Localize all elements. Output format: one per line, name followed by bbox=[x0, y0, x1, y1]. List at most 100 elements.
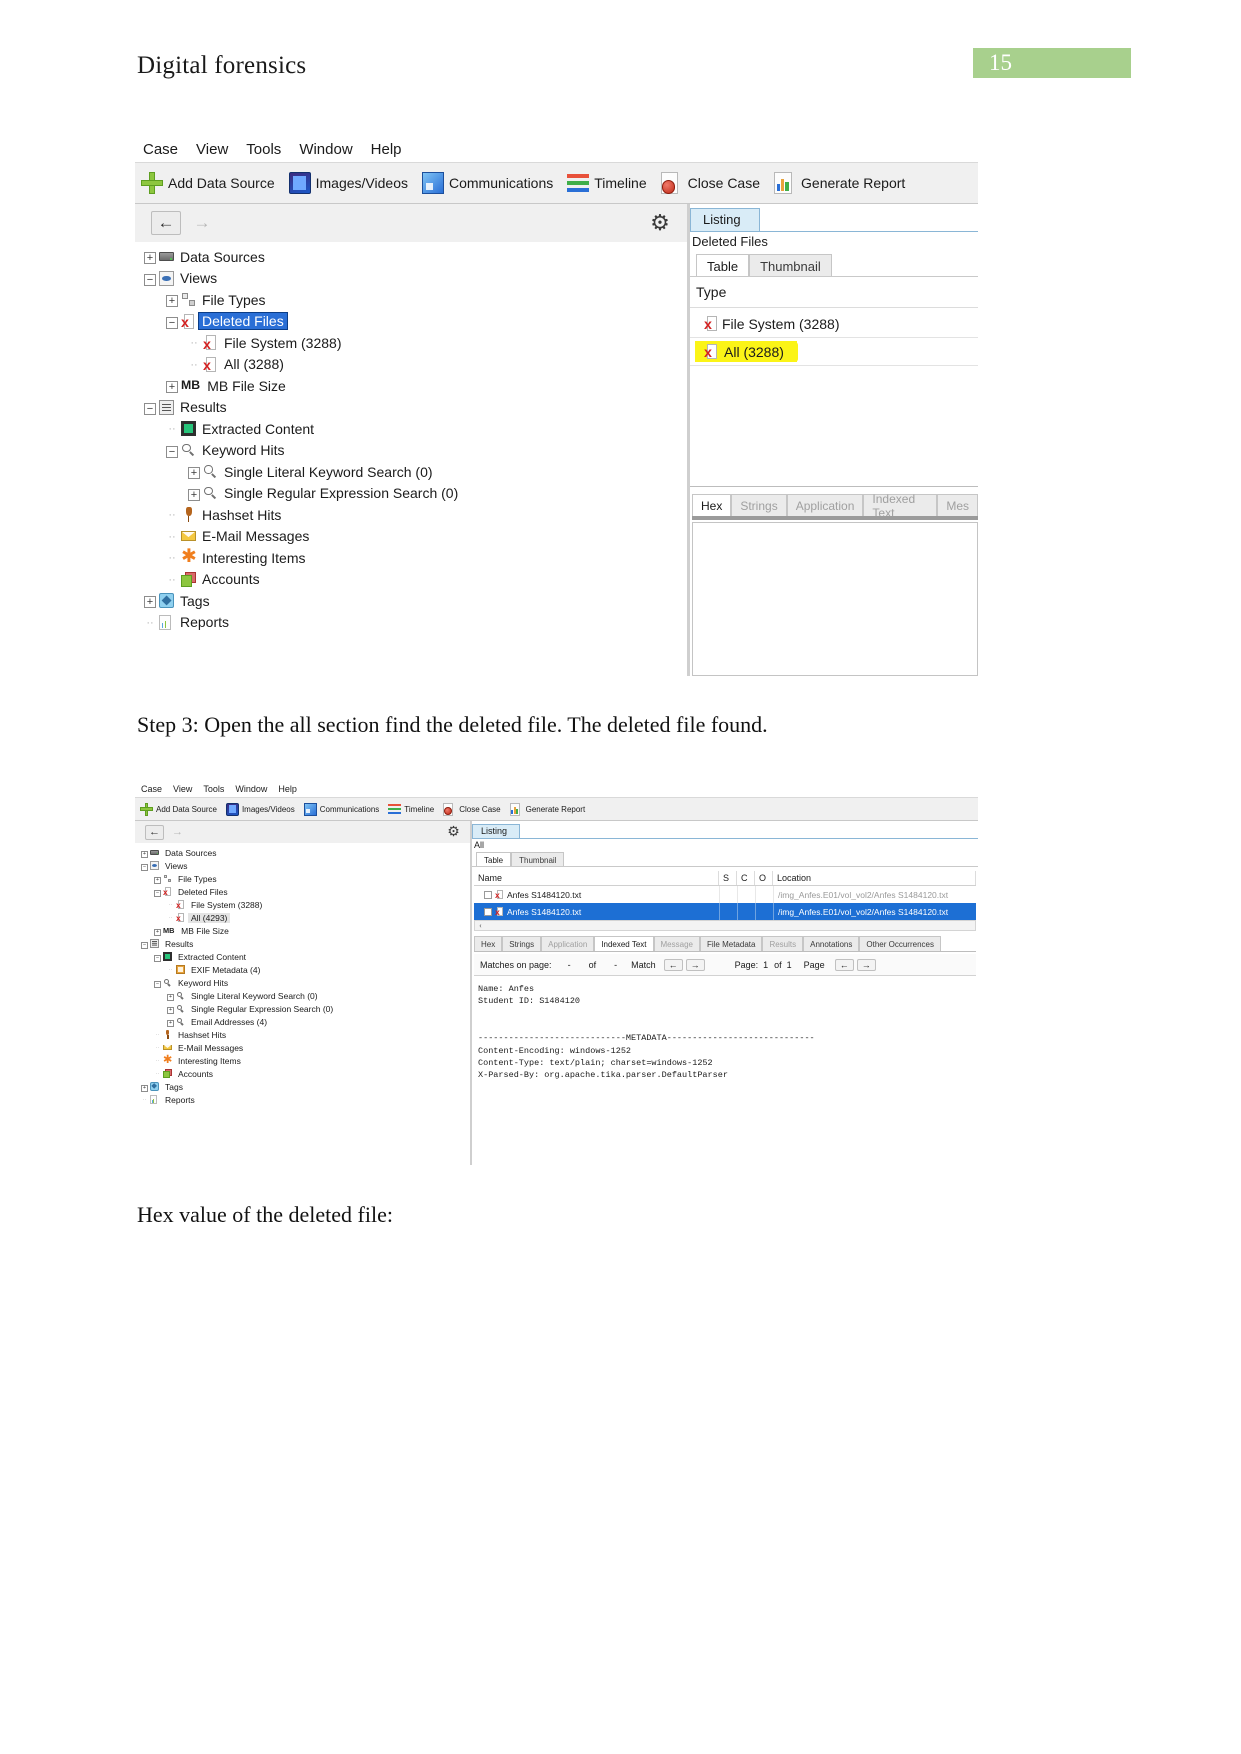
tab-strings[interactable]: Strings bbox=[502, 936, 542, 952]
table-row[interactable]: x Anfes S1484120.txt/img_Anfes.E01/vol_vo… bbox=[474, 886, 976, 903]
collapse-icon[interactable]: − bbox=[141, 397, 159, 419]
tab-application[interactable]: Application bbox=[541, 936, 595, 952]
tree-item[interactable]: − Results bbox=[135, 937, 470, 950]
toolbar-button-timeline[interactable]: Timeline bbox=[388, 803, 434, 816]
tree-item[interactable]: − Keyword Hits bbox=[135, 440, 687, 462]
file-table[interactable]: x Anfes S1484120.txt/img_Anfes.E01/vol_vo… bbox=[474, 886, 976, 920]
menu-item-help[interactable]: Help bbox=[278, 784, 297, 794]
tab-mes[interactable]: Mes bbox=[937, 494, 978, 516]
tree-item[interactable]: ·· x File System (3288) bbox=[135, 898, 470, 911]
tree-item[interactable]: ·· Hashset Hits bbox=[135, 504, 687, 526]
column-header-type[interactable]: Type bbox=[696, 284, 726, 300]
toolbar-button-close-case[interactable]: Close Case bbox=[443, 802, 501, 816]
expand-icon[interactable]: + bbox=[139, 846, 150, 859]
column-header-s[interactable]: S bbox=[719, 871, 737, 885]
collapse-icon[interactable]: − bbox=[163, 311, 181, 333]
tree-item[interactable]: ·· E-Mail Messages bbox=[135, 1041, 470, 1054]
tree-item[interactable]: ·· Reports bbox=[135, 612, 687, 634]
tab-message[interactable]: Message bbox=[653, 936, 700, 952]
tree-item[interactable]: − Results bbox=[135, 397, 687, 419]
tab-strings[interactable]: Strings bbox=[731, 494, 787, 516]
tree-item[interactable]: + File Types bbox=[135, 872, 470, 885]
toolbar-button-add-data-source[interactable]: Add Data Source bbox=[140, 802, 217, 816]
back-button-2[interactable]: ← bbox=[145, 824, 164, 840]
column-header-location[interactable]: Location bbox=[773, 871, 976, 885]
table-column-headers[interactable]: Name S C O Location bbox=[474, 871, 976, 886]
tree-item[interactable]: + Single Literal Keyword Search (0) bbox=[135, 989, 470, 1002]
toolbar-button-images-videos[interactable]: Images/Videos bbox=[225, 802, 295, 816]
tree-item[interactable]: + Data Sources bbox=[135, 846, 470, 859]
table-row[interactable]: x Anfes S1484120.txt/img_Anfes.E01/vol_vo… bbox=[474, 903, 976, 920]
tab-annotations[interactable]: Annotations bbox=[803, 936, 860, 952]
expand-icon[interactable]: + bbox=[165, 1015, 176, 1028]
menu-item-tools[interactable]: Tools bbox=[203, 784, 224, 794]
tree-item[interactable]: + Single Regular Expression Search (0) bbox=[135, 483, 687, 505]
expand-icon[interactable]: + bbox=[165, 1002, 176, 1015]
menu-item-window[interactable]: Window bbox=[235, 784, 267, 794]
tree-item[interactable]: ·· ✱ Interesting Items bbox=[135, 1054, 470, 1067]
column-header-c[interactable]: C bbox=[737, 871, 755, 885]
menu-item-case[interactable]: Case bbox=[141, 784, 162, 794]
collapse-icon[interactable]: − bbox=[141, 268, 159, 290]
type-row[interactable]: x File System (3288) bbox=[690, 310, 978, 337]
toolbar-button-generate-report[interactable]: Generate Report bbox=[774, 172, 905, 194]
column-header-name[interactable]: Name bbox=[474, 871, 719, 885]
collapse-icon[interactable]: − bbox=[152, 976, 163, 989]
tree-item[interactable]: ·· Accounts bbox=[135, 569, 687, 591]
expand-icon[interactable]: + bbox=[185, 483, 203, 505]
tree-item[interactable]: − x Deleted Files bbox=[135, 885, 470, 898]
collapse-icon[interactable]: − bbox=[163, 440, 181, 462]
horizontal-scrollbar[interactable]: ‹ bbox=[474, 920, 976, 931]
tree-item[interactable]: ·· Extracted Content bbox=[135, 418, 687, 440]
type-row-list[interactable]: x File System (3288) x All (3288) bbox=[690, 310, 978, 366]
expand-icon[interactable]: + bbox=[141, 590, 159, 612]
tab-listing[interactable]: Listing bbox=[690, 208, 760, 232]
tree-item[interactable]: + Data Sources bbox=[135, 246, 687, 268]
toolbar-button-images-videos[interactable]: Images/Videos bbox=[288, 172, 408, 194]
pager-toolbar[interactable]: Matches on page: - of - Match ← → Page: 1 of 1 Page… bbox=[474, 954, 976, 976]
tab-hex[interactable]: Hex bbox=[474, 936, 503, 952]
tab-file-metadata[interactable]: File Metadata bbox=[699, 936, 763, 952]
tree-item[interactable]: ·· x All (3288) bbox=[135, 354, 687, 376]
forward-button[interactable]: → bbox=[187, 211, 217, 235]
page-prev-button[interactable]: ← bbox=[834, 958, 854, 971]
forward-button-2[interactable]: → bbox=[168, 825, 187, 840]
tab-hex[interactable]: Hex bbox=[692, 494, 732, 516]
gear-icon[interactable]: ⚙ bbox=[647, 210, 673, 236]
tree-item[interactable]: + Tags bbox=[135, 590, 687, 612]
tree-item[interactable]: ·· x All (4293) bbox=[135, 911, 470, 924]
tab-indexed-text[interactable]: Indexed Text bbox=[863, 492, 938, 520]
tab-listing-2[interactable]: Listing bbox=[472, 824, 521, 839]
menu-item-case[interactable]: Case bbox=[143, 141, 178, 158]
expand-icon[interactable]: + bbox=[165, 989, 176, 1002]
menu-item-view[interactable]: View bbox=[173, 784, 192, 794]
tree-item[interactable]: + MB MB File Size bbox=[135, 924, 470, 937]
collapse-icon[interactable]: − bbox=[139, 859, 150, 872]
type-row[interactable]: x All (3288) bbox=[690, 338, 978, 365]
tree-item[interactable]: + File Types bbox=[135, 289, 687, 311]
directory-tree-pane[interactable]: + Data Sources − Views + File Types − x Deleted … bbox=[135, 242, 687, 676]
tree-item[interactable]: − Views bbox=[135, 859, 470, 872]
toolbar-button-close-case[interactable]: Close Case bbox=[660, 172, 760, 194]
toolbar-button-timeline[interactable]: Timeline bbox=[567, 172, 647, 194]
menu-item-window[interactable]: Window bbox=[299, 141, 352, 158]
tree-item[interactable]: ·· Hashset Hits bbox=[135, 1028, 470, 1041]
tree-item[interactable]: + Email Addresses (4) bbox=[135, 1015, 470, 1028]
tab-table[interactable]: Table bbox=[696, 254, 750, 277]
menu-item-view[interactable]: View bbox=[196, 141, 228, 158]
column-header-o[interactable]: O bbox=[755, 871, 773, 885]
expand-icon[interactable]: + bbox=[185, 461, 203, 483]
scroll-left-arrow[interactable]: ‹ bbox=[475, 921, 486, 930]
collapse-icon[interactable]: − bbox=[139, 937, 150, 950]
tree-item[interactable]: + Single Regular Expression Search (0) bbox=[135, 1002, 470, 1015]
tree-item[interactable]: ·· E-Mail Messages bbox=[135, 526, 687, 548]
tree-item[interactable]: ·· EXIF Metadata (4) bbox=[135, 963, 470, 976]
expand-icon[interactable]: + bbox=[163, 289, 181, 311]
collapse-icon[interactable]: − bbox=[152, 885, 163, 898]
tab-application[interactable]: Application bbox=[786, 494, 864, 516]
tree-item[interactable]: ·· Accounts bbox=[135, 1067, 470, 1080]
tab-indexed-text[interactable]: Indexed Text bbox=[594, 936, 654, 952]
toolbar-button-communications[interactable]: Communications bbox=[303, 802, 379, 816]
tree-item[interactable]: − Keyword Hits bbox=[135, 976, 470, 989]
tree-item[interactable]: ·· ✱ Interesting Items bbox=[135, 547, 687, 569]
